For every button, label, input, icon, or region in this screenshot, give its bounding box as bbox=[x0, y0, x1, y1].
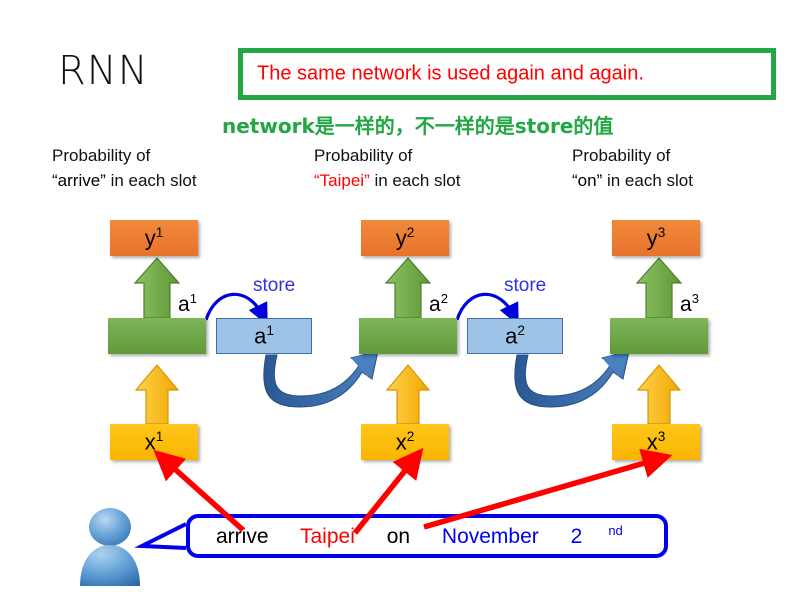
caption-tail: in each slot bbox=[602, 171, 693, 190]
store-box-2: a2 bbox=[467, 318, 563, 354]
avatar-body bbox=[80, 545, 140, 586]
output-box-2: y2 bbox=[361, 220, 449, 256]
store-box-1: a1 bbox=[216, 318, 312, 354]
hidden-box-3 bbox=[610, 318, 708, 354]
hidden-state-label-1: a1 bbox=[178, 291, 197, 316]
sentence-word-november: November bbox=[441, 525, 539, 548]
store-word-1: store bbox=[253, 275, 296, 296]
store-arrow-1 bbox=[204, 292, 268, 326]
chinese-annotation: network是一样的，不一样的是store的值 bbox=[222, 114, 614, 138]
output-box-1: y1 bbox=[110, 220, 198, 256]
sentence-bubble: arrive Taipei on November 2nd bbox=[186, 514, 668, 558]
green-up-arrow-2 bbox=[384, 257, 432, 319]
store-word-2: store bbox=[504, 275, 547, 296]
store-label-2: a2 bbox=[505, 322, 525, 349]
caption-quoted-word: “on” bbox=[572, 171, 603, 190]
store-arrow-2 bbox=[455, 292, 519, 326]
sentence-word-second: 2nd bbox=[570, 523, 623, 548]
caption-tail: in each slot bbox=[105, 171, 197, 190]
caption-quoted-word: “Taipei” bbox=[314, 171, 370, 190]
input-label-2: x2 bbox=[395, 428, 415, 455]
store-label-1: a1 bbox=[254, 322, 274, 349]
output-label-3: y3 bbox=[646, 224, 666, 251]
sentence-word-taipei: Taipei bbox=[299, 525, 355, 548]
caption-line-2: “arrive” in each slot bbox=[52, 168, 197, 193]
sentence-words: arrive Taipei on November 2nd bbox=[190, 523, 623, 549]
speech-bubble-tail bbox=[134, 522, 187, 550]
yellow-up-arrow-1 bbox=[134, 364, 180, 425]
hidden-state-label-2: a2 bbox=[429, 291, 448, 316]
caption-slot-3: Probability of “on” in each slot bbox=[572, 143, 693, 193]
yellow-up-arrow-2 bbox=[385, 364, 431, 425]
sentence-word-on: on bbox=[386, 525, 411, 548]
input-box-1: x1 bbox=[110, 424, 198, 460]
hidden-box-2 bbox=[359, 318, 457, 354]
callout-text: The same network is used again and again… bbox=[257, 62, 644, 85]
caption-line-2: “on” in each slot bbox=[572, 168, 693, 193]
caption-slot-2: Probability of “Taipei” in each slot bbox=[314, 143, 460, 193]
green-up-arrow-1 bbox=[133, 257, 181, 319]
recurrent-arrow-1 bbox=[263, 350, 379, 408]
input-label-1: x1 bbox=[144, 428, 164, 455]
caption-tail: in each slot bbox=[369, 171, 461, 190]
input-label-3: x3 bbox=[646, 428, 666, 455]
hidden-box-1 bbox=[108, 318, 206, 354]
yellow-up-arrow-3 bbox=[636, 364, 682, 425]
avatar-head bbox=[89, 508, 131, 546]
callout-box: The same network is used again and again… bbox=[238, 48, 776, 100]
input-box-2: x2 bbox=[361, 424, 449, 460]
caption-line-1: Probability of bbox=[52, 146, 151, 165]
output-box-3: y3 bbox=[612, 220, 700, 256]
caption-quoted-word: “arrive” bbox=[52, 171, 106, 190]
output-label-1: y1 bbox=[144, 224, 164, 251]
caption-line-1: Probability of bbox=[314, 146, 413, 165]
green-up-arrow-3 bbox=[635, 257, 683, 319]
page-title: RNN bbox=[58, 48, 149, 94]
caption-line-1: Probability of bbox=[572, 146, 671, 165]
recurrent-arrow-2 bbox=[514, 350, 630, 408]
input-box-3: x3 bbox=[612, 424, 700, 460]
hidden-state-label-3: a3 bbox=[680, 291, 699, 316]
caption-slot-1: Probability of “arrive” in each slot bbox=[52, 143, 197, 193]
output-label-2: y2 bbox=[395, 224, 415, 251]
caption-line-2: “Taipei” in each slot bbox=[314, 168, 460, 193]
sentence-word-arrive: arrive bbox=[216, 525, 269, 548]
